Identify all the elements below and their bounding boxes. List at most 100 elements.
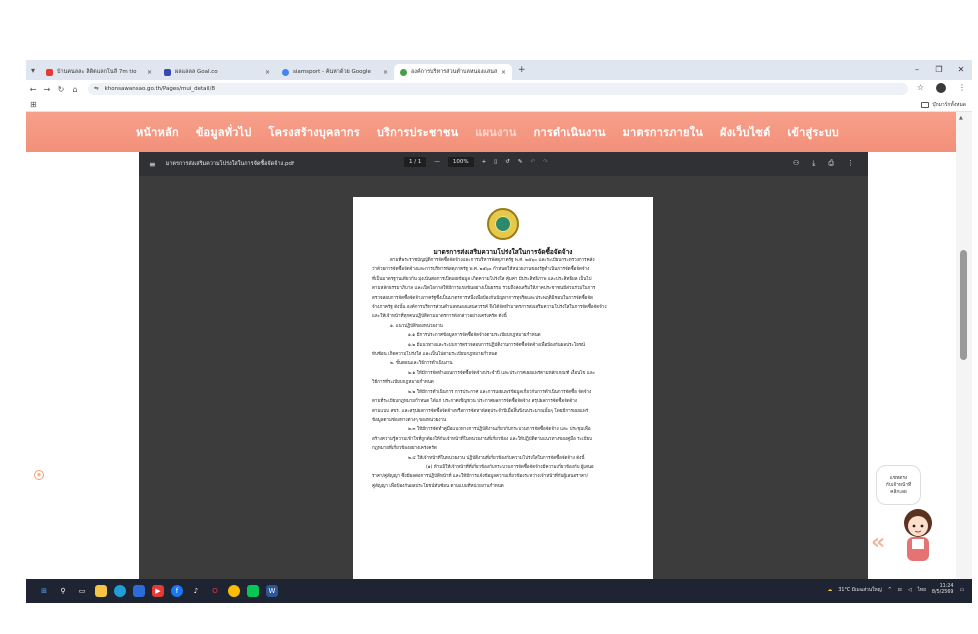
minimize-icon[interactable]: – [906,60,928,80]
system-tray: ☁ 31°C มีเมฆส่วนใหญ่ ^ ⊡ ◁ ไทย 11:24 8/5… [828,584,964,596]
body-line: ที่เป็นมาตรฐานเดียวกัน มุ่งเน้นต่อการเปิ… [372,276,592,282]
organization-seal-icon [487,208,519,240]
clock-date: 8/5/2569 [931,590,954,595]
fit-page-icon[interactable]: ▯ [494,159,497,165]
opera-icon[interactable]: O [209,585,221,597]
browser-tab[interactable]: siamsport - ค้นหาด้วย Google × [276,64,394,80]
zoom-in-icon[interactable]: + [482,159,487,165]
forward-icon[interactable]: → [40,85,54,94]
chat-bubble[interactable]: แชทตรง กับเจ้าหน้าที่ คลิกเลย [876,465,921,505]
body-line: วิธีการที่ระเบียบกฎหมายกำหนด [372,380,434,386]
chat-line: แชทตรง [889,476,908,481]
document-body: ตามที่พระราชบัญญัติการจัดซื้อจัดจ้างและก… [372,256,642,576]
site-info-icon[interactable]: ⇋ [94,86,99,92]
collapse-chevron-icon[interactable]: « [871,530,885,555]
windows-start-icon[interactable]: ⊞ [38,585,50,597]
word-icon[interactable]: W [266,585,278,597]
nav-general-info[interactable]: ข้อมูลทั่วไป [196,123,252,141]
body-line: ตามที่ระเบียบกฎหมายกำหนด ได้แก่ ประกาศเช… [372,399,577,405]
store-icon[interactable] [133,585,145,597]
windows-taskbar: ⊞ ⚲ ▭ ▶ f ♪ O W ☁ 31°C มีเมฆส่วนใหญ่ ^ ⊡… [26,579,972,603]
notification-icon[interactable]: ▭ [959,588,964,593]
tray-expand-icon[interactable]: ^ [888,588,892,593]
draw-icon[interactable]: ✎ [518,159,523,165]
body-line: (๑) ห้ามมิให้เจ้าหน้าที่ที่เกี่ยวข้องกับ… [426,464,594,470]
chat-mascot-icon[interactable] [898,505,938,565]
maximize-icon[interactable]: ❐ [928,60,950,80]
browser-tab-active[interactable]: องค์การบริหารส่วนตำบลหนองแสนสวรรค์ × [394,64,512,80]
nav-internal-measures[interactable]: มาตรการภายใน [623,123,703,141]
task-view-icon[interactable]: ▭ [76,585,88,597]
window-controls: – ❐ ✕ [906,60,972,80]
nav-plans[interactable]: แผนงาน [475,123,516,141]
site-navigation: หน้าหลัก ข้อมูลทั่วไป โครงสร้างบุคลากร บ… [26,112,956,152]
clock[interactable]: 11:24 8/5/2569 [932,584,954,596]
rotate-icon[interactable]: ↺ [505,159,510,165]
url-text: khonsawansao.go.th/Pages/mui_detail/8 [104,86,215,92]
new-tab-button[interactable]: + [518,65,526,75]
toolbar: ← → ↻ ⌂ ⇋ khonsawansao.go.th/Pages/mui_d… [26,80,972,98]
share-icon[interactable]: ⚇ [793,159,799,168]
file-explorer-icon[interactable] [95,585,107,597]
site-favicon-icon [400,68,407,76]
back-icon[interactable]: ← [26,85,40,94]
pdf-page-input[interactable]: 1 / 1 [404,157,427,167]
home-icon[interactable]: ⌂ [68,85,82,94]
language-indicator[interactable]: ไทย [918,586,926,594]
scroll-up-icon[interactable]: ▲ [959,115,963,121]
address-bar[interactable]: ⇋ khonsawansao.go.th/Pages/mui_detail/8 [88,83,908,95]
bookmarks-bar: ⊞ บุ๊กมาร์กทั้งหมด [26,98,972,112]
facebook-icon[interactable]: f [171,585,183,597]
tab-title: องค์การบริหารส่วนตำบลหนองแสนสวรรค์ [411,69,497,75]
redo-icon[interactable]: ↷ [543,159,548,165]
scrollbar-thumb[interactable] [960,250,967,360]
nav-sitemap[interactable]: ผังเว็บไซต์ [720,123,770,141]
browser-tab[interactable]: ผลแลลล Goal.co × [158,64,276,80]
tab-close-icon[interactable]: × [501,69,506,76]
line-icon[interactable] [247,585,259,597]
volume-icon[interactable]: ◁ [908,588,912,593]
nav-operations[interactable]: การดำเนินงาน [534,123,606,141]
nav-staff-structure[interactable]: โครงสร้างบุคลากร [268,123,359,141]
body-line: ตรวจสอบการจัดซื้อจัดจ้างภาครัฐซึ่งเป็นมา… [372,295,593,301]
apps-grid-icon[interactable]: ⊞ [30,100,37,109]
pdf-toolbar: ≡ มาตรการส่งเสริมความโปร่งใสในการจัดซื้อ… [139,152,868,176]
pdf-menu-icon[interactable]: ≡ [149,160,156,169]
bookmark-star-icon[interactable]: ☆ [917,83,924,93]
tab-favicon-icon [164,68,171,76]
pdf-zoom-input[interactable]: 100% [447,157,474,167]
network-icon[interactable]: ⊡ [898,588,902,593]
google-icon [282,68,289,76]
tab-close-icon[interactable]: × [147,69,152,76]
edge-icon[interactable] [114,585,126,597]
body-line: ๒.๔ ให้เจ้าหน้าที่ในหน่วยงาน ปฏิบัติงานท… [408,455,585,461]
menu-icon[interactable]: ⋮ [958,83,966,93]
browser-tab[interactable]: บ้านคนลละ ลิดิตแลกโนลี 7m tio × [40,64,158,80]
nav-login[interactable]: เข้าสู่ระบบ [787,123,839,141]
more-icon[interactable]: ⋮ [847,159,854,168]
body-line: จ้างภาครัฐ ดังนั้น องค์การบริหารส่วนตำบล… [372,305,607,311]
nav-public-service[interactable]: บริการประชาชน [377,123,458,141]
nav-home[interactable]: หน้าหลัก [136,123,179,141]
zoom-out-icon[interactable]: — [434,159,440,165]
pdf-viewer: ≡ มาตรการส่งเสริมความโปร่งใสในการจัดซื้อ… [139,152,868,579]
profile-avatar[interactable] [936,83,946,93]
reload-icon[interactable]: ↻ [54,85,68,94]
chrome-icon[interactable] [228,585,240,597]
weather-text[interactable]: 31°C มีเมฆส่วนใหญ่ [838,586,881,594]
tab-search-icon[interactable]: ▾ [26,60,40,80]
screen: ▾ บ้านคนลละ ลิดิตแลกโนลี 7m tio × ผลแลลล… [26,60,972,603]
print-icon[interactable]: ⎙ [828,159,834,168]
tiktok-icon[interactable]: ♪ [190,585,202,597]
accessibility-icon[interactable]: ◉ [34,470,44,480]
tab-close-icon[interactable]: × [265,69,270,76]
search-icon[interactable]: ⚲ [57,585,69,597]
body-line: ว่าด้วยการจัดซื้อจัดจ้างและการบริหารพัสด… [372,267,590,273]
all-bookmarks-button[interactable]: บุ๊กมาร์กทั้งหมด [921,101,966,109]
chat-line: คลิกเลย [890,490,907,495]
tab-close-icon[interactable]: × [383,69,388,76]
undo-icon[interactable]: ↶ [530,159,535,165]
close-icon[interactable]: ✕ [950,60,972,80]
youtube-icon[interactable]: ▶ [152,585,164,597]
download-icon[interactable]: ⤓ [812,159,815,168]
